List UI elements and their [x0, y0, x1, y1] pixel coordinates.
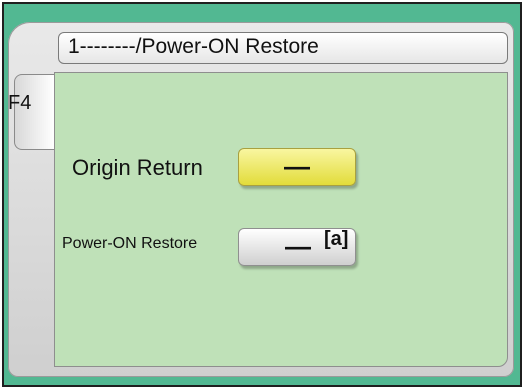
power-on-restore-label: Power-ON Restore [62, 235, 198, 252]
power-on-restore-value: — [285, 231, 311, 261]
power-on-restore-marker: [a] [324, 228, 349, 250]
content-area [54, 72, 508, 367]
origin-return-label: Origin Return [72, 155, 203, 180]
origin-return-value: — [284, 151, 310, 181]
side-tab-label: F4 [8, 92, 32, 114]
page-title: 1--------/Power-ON Restore [68, 35, 319, 58]
origin-return-button[interactable]: — [238, 148, 356, 186]
screen: F4 1--------/Power-ON Restore Origin Ret… [0, 0, 528, 391]
